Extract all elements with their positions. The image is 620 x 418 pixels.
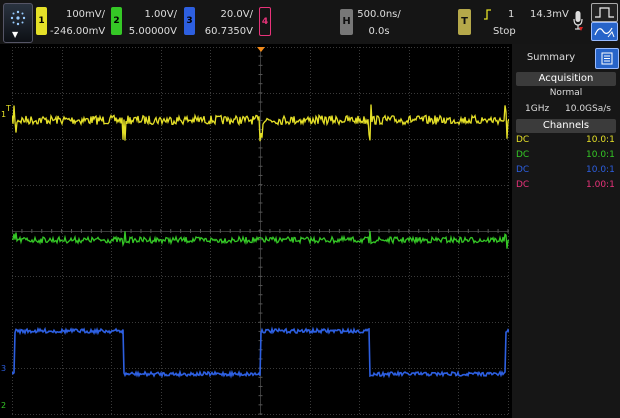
acquisition-header: Acquisition: [516, 72, 616, 86]
channel-coupling: DC: [516, 150, 530, 160]
horizontal-button[interactable]: H: [340, 9, 353, 35]
channel-coupling: DC: [516, 180, 530, 190]
channel4-number: 4: [261, 17, 269, 27]
waveform-display[interactable]: [12, 47, 509, 415]
channel-row: DC 10.0:1: [516, 165, 616, 179]
trigger-position-marker[interactable]: [257, 47, 265, 52]
channel1-offset: -246.00mV: [50, 26, 106, 37]
channel-row: DC 10.0:1: [516, 135, 616, 149]
channel3-scale: 20.0V/: [220, 9, 253, 20]
acquisition-sample-rate: 10.0GSa/s: [565, 104, 611, 114]
timebase-scale: 500.0ns/: [357, 9, 401, 20]
summary-tab[interactable]: Summary: [512, 48, 590, 68]
channel3-settings[interactable]: 20.0V/ 60.7350V: [198, 6, 253, 40]
channel1-button[interactable]: 1: [36, 7, 47, 35]
channel-probe-ratio: 10.0:1: [586, 165, 615, 175]
waveform-icon: [595, 7, 614, 18]
horizontal-settings[interactable]: 500.0ns/ 0.0s: [356, 6, 402, 40]
run-menu-icon: [10, 10, 26, 26]
rising-edge-icon: [484, 9, 491, 20]
display-button[interactable]: [591, 3, 618, 22]
trigger-level-marker[interactable]: T: [6, 104, 11, 113]
acquisition-mode: Normal: [549, 88, 583, 98]
channel4-button[interactable]: 4: [259, 7, 271, 36]
acquisition-bandwidth: 1GHz: [525, 104, 550, 114]
channel2-scale: 1.00V/: [144, 9, 177, 20]
graticule: [12, 47, 509, 415]
horizontal-label: H: [342, 16, 351, 27]
summary-panel: Summary Acquisition Normal 1GHz 10.0GSa/…: [512, 44, 620, 418]
trigger-button[interactable]: T: [458, 9, 471, 35]
channel3-offset: 60.7350V: [204, 26, 253, 37]
channel1-scale: 100mV/: [65, 9, 105, 20]
trigger-source: 1: [508, 9, 515, 20]
channel1-number: 1: [38, 16, 45, 26]
trigger-settings[interactable]: 1 14.3mV Stop: [480, 6, 570, 40]
channel3-button[interactable]: 3: [184, 7, 195, 35]
measure-waveform-icon: [594, 27, 615, 38]
channel2-offset: 5.00000V: [128, 26, 177, 37]
summary-menu-button[interactable]: [595, 48, 619, 69]
channels-header: Channels: [516, 119, 616, 133]
list-menu-icon: [601, 52, 613, 65]
channel2-button[interactable]: 2: [111, 7, 122, 35]
channel1-settings[interactable]: 100mV/ -246.00mV: [50, 6, 105, 40]
channel-coupling: DC: [516, 135, 530, 145]
top-status-bar: ▼ 1 100mV/ -246.00mV 2 1.00V/ 5.00000V 3…: [0, 0, 620, 44]
measure-button[interactable]: [591, 22, 618, 41]
chevron-down-icon: ▼: [12, 30, 19, 39]
acquisition-status: Stop: [493, 26, 516, 37]
channel-row: DC 10.0:1: [516, 150, 616, 164]
channel-probe-ratio: 10.0:1: [586, 135, 615, 145]
channel3-number: 3: [186, 16, 193, 26]
channel3-trace: [12, 326, 509, 379]
channel2-number: 2: [113, 16, 120, 26]
channel2-ground-marker[interactable]: 2: [1, 401, 6, 410]
channel-coupling: DC: [516, 165, 530, 175]
channel-row: DC 1.00:1: [516, 180, 616, 194]
timebase-delay: 0.0s: [368, 26, 390, 37]
channel-probe-ratio: 1.00:1: [586, 180, 615, 190]
main-menu-button[interactable]: ▼: [3, 3, 33, 43]
channel2-settings[interactable]: 1.00V/ 5.00000V: [124, 6, 177, 40]
trigger-label: T: [461, 16, 468, 27]
trigger-level: 14.3mV: [530, 9, 569, 20]
channel3-ground-marker[interactable]: 3: [1, 364, 6, 373]
channel-probe-ratio: 10.0:1: [586, 150, 615, 160]
microphone-icon[interactable]: [573, 10, 583, 32]
